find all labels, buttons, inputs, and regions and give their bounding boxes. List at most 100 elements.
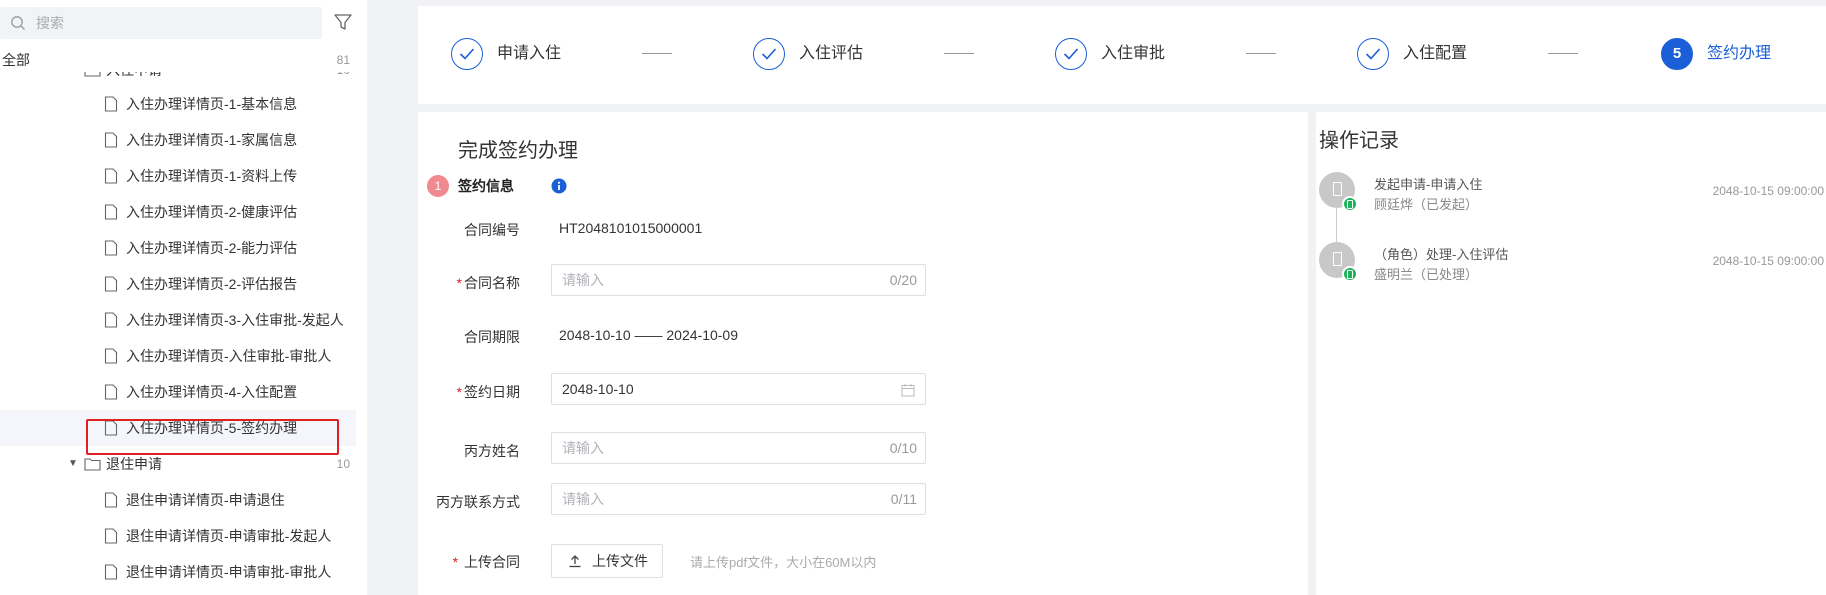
user-placeholder-icon (1333, 252, 1342, 266)
document-icon (104, 204, 118, 220)
contract-no-value: HT2048101015000001 (559, 220, 703, 236)
status-done-icon (1342, 196, 1358, 212)
tree-all-count: 81 (336, 53, 350, 67)
operation-log-card: 操作记录 发起申请-申请入住 顾廷烨（已发起） 2048-10-15 09:00… (1316, 112, 1826, 595)
step-separator (1548, 53, 1578, 54)
step-label: 入住评估 (799, 45, 864, 62)
document-icon (104, 384, 118, 400)
log-entry: （角色）处理-入住评估 盛明兰（已处理） 2048-10-15 09:00:00 (1316, 242, 1826, 292)
upload-contract-label-text: 上传合同 (464, 554, 520, 570)
caret-down-icon[interactable]: ▼ (68, 446, 78, 482)
tree-group-checkout[interactable]: ▼ 退住申请 10 (0, 446, 356, 482)
tree-leaf-label: 入住办理详情页-2-健康评估 (126, 204, 298, 220)
party-c-name-label: 丙方姓名 (418, 441, 520, 461)
document-icon (104, 168, 118, 184)
check-icon (1055, 38, 1087, 70)
user-placeholder-icon (1333, 182, 1342, 196)
upload-icon (569, 555, 581, 568)
main-form-card: 完成签约办理 1 签约信息 合同编号 HT2048101015000001 * 合… (418, 112, 1308, 595)
tree-leaf-label: 入住办理详情页-5-签约办理 (126, 420, 298, 436)
log-action: （角色）处理-入住评估 (1374, 247, 1509, 262)
log-action: 发起申请-申请入住 (1374, 177, 1483, 192)
folder-icon (84, 458, 101, 471)
party-c-contact-label: 丙方联系方式 (418, 492, 520, 512)
contract-name-label: * 合同名称 (418, 273, 520, 293)
document-icon (104, 276, 118, 292)
document-icon (104, 528, 118, 544)
sign-date-input[interactable] (560, 374, 860, 404)
party-c-name-label-text: 丙方姓名 (464, 443, 520, 459)
log-time: 2048-10-15 09:00:00 (1712, 254, 1824, 268)
tree-leaf-label: 入住办理详情页-1-家属信息 (126, 132, 298, 148)
status-done-icon (1342, 266, 1358, 282)
sign-date-picker[interactable] (551, 373, 926, 405)
char-counter: 0/20 (889, 272, 917, 288)
info-icon[interactable] (551, 178, 567, 194)
document-icon (104, 240, 118, 256)
tree-leaf[interactable]: 入住办理详情页-1-基本信息 (0, 86, 356, 122)
tree-leaf-label: 退住申请详情页-申请退住 (126, 492, 285, 508)
party-c-name-input[interactable] (560, 433, 860, 463)
log-title: 操作记录 (1319, 130, 1399, 152)
log-entry: 发起申请-申请入住 顾廷烨（已发起） 2048-10-15 09:00:00 (1316, 172, 1826, 222)
tree-leaf-label: 入住办理详情页-2-能力评估 (126, 240, 298, 256)
tree-leaf-label: 入住办理详情页-2-评估报告 (126, 276, 298, 292)
contract-term-value: 2048-10-10 —— 2024-10-09 (559, 327, 739, 343)
tree-leaf-label: 入住办理详情页-4-入住配置 (126, 384, 298, 400)
tree-leaf-label: 入住办理详情页-1-资料上传 (126, 168, 298, 184)
tree-group-label: 退住申请 (106, 456, 162, 472)
sidebar: 全部 81 ▼ 入住申请 10 入住办理详情页-1-基本信息 入住办理详情页-1… (0, 0, 367, 595)
document-icon (104, 312, 118, 328)
tree-leaf[interactable]: 入住办理详情页-2-评估报告 (0, 266, 356, 302)
document-icon (104, 492, 118, 508)
tree-leaf[interactable]: 退住申请详情页-申请退住 (0, 482, 356, 518)
required-mark: * (456, 275, 462, 291)
party-c-name-field[interactable]: 0/10 (551, 432, 926, 464)
filter-icon[interactable] (332, 11, 354, 33)
tree-leaf[interactable]: 退住申请详情页-申请审批-审批人 (0, 554, 356, 590)
tree-leaf[interactable]: 入住办理详情页-1-资料上传 (0, 158, 356, 194)
char-counter: 0/10 (889, 440, 917, 456)
check-icon (1357, 38, 1389, 70)
tree-leaf[interactable]: 入住办理详情页-4-入住配置 (0, 374, 356, 410)
tree-leaf[interactable]: 退住申请详情页-申请审批-发起人 (0, 518, 356, 554)
contract-no-label: 合同编号 (418, 220, 520, 240)
folder-icon (84, 72, 101, 77)
tree-leaf-selected[interactable]: 入住办理详情页-5-签约办理 (0, 410, 356, 446)
contract-name-field[interactable]: 0/20 (551, 264, 926, 296)
tree-leaf[interactable]: 入住办理详情页-2-健康评估 (0, 194, 356, 230)
document-icon (104, 348, 118, 364)
calendar-icon[interactable] (901, 383, 915, 397)
search-input[interactable] (34, 7, 314, 39)
log-person: 顾廷烨（已发起） (1374, 197, 1479, 212)
party-c-contact-field[interactable]: 0/11 (551, 483, 926, 515)
step-number: 5 (1661, 38, 1693, 70)
tree-group-count: 10 (336, 457, 350, 471)
step-separator (944, 53, 974, 54)
search-box[interactable] (0, 7, 322, 39)
tree-all-label: 全部 (2, 52, 30, 68)
party-c-contact-label-text: 丙方联系方式 (436, 494, 520, 510)
step-label: 签约办理 (1707, 45, 1772, 62)
document-icon (104, 564, 118, 580)
tree-leaf[interactable]: 入住办理详情页-3-入住审批-发起人 (0, 302, 356, 338)
party-c-contact-input[interactable] (560, 484, 860, 514)
search-row (0, 7, 367, 39)
tree-leaf[interactable]: 入住办理详情页-入住审批-审批人 (0, 338, 356, 374)
tree-all-row[interactable]: 全部 81 (0, 48, 356, 72)
document-icon (104, 96, 118, 112)
tree-leaf-label: 入住办理详情页-入住审批-审批人 (126, 348, 332, 364)
tree-leaf[interactable]: 入住办理详情页-1-家属信息 (0, 122, 356, 158)
section-number-badge: 1 (427, 175, 449, 197)
contract-name-input[interactable] (560, 265, 860, 295)
steps-bar: 申请入住 入住评估 入住审批 入住配置 5 签约办理 (418, 6, 1826, 104)
contract-term-label-text: 合同期限 (464, 329, 520, 345)
upload-file-button[interactable]: 上传文件 (551, 544, 663, 578)
contract-no-label-text: 合同编号 (464, 222, 520, 238)
step-separator (1246, 53, 1276, 54)
sign-date-label-text: 签约日期 (464, 384, 520, 400)
contract-name-label-text: 合同名称 (464, 275, 520, 291)
page-title: 完成签约办理 (458, 140, 578, 162)
gutter (367, 0, 408, 595)
tree-leaf[interactable]: 入住办理详情页-2-能力评估 (0, 230, 356, 266)
